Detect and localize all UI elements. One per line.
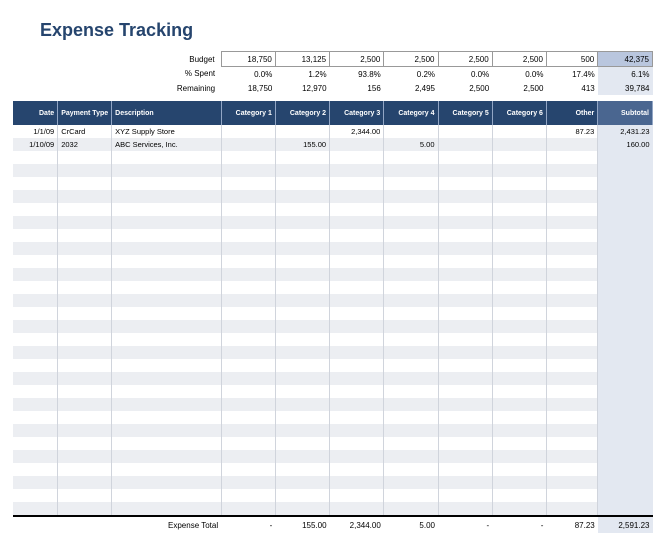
table-row[interactable] [13, 268, 653, 281]
table-row[interactable]: 1/10/092032ABC Services, Inc.155.005.001… [13, 138, 653, 151]
budget-cat3[interactable]: 2,500 [330, 52, 384, 67]
table-row[interactable] [13, 164, 653, 177]
table-row[interactable] [13, 242, 653, 255]
budget-row: Budget 18,750 13,125 2,500 2,500 2,500 2… [13, 52, 653, 67]
table-row[interactable] [13, 333, 653, 346]
hdr-ptype: Payment Type [58, 101, 112, 125]
table-row[interactable] [13, 424, 653, 437]
spent-label: % Spent [112, 67, 221, 82]
budget-cat2[interactable]: 13,125 [275, 52, 329, 67]
table-row[interactable] [13, 229, 653, 242]
data-body: 1/1/09CrCardXYZ Supply Store2,344.0087.2… [13, 125, 653, 516]
hdr-cat4: Category 4 [384, 101, 438, 125]
table-row[interactable] [13, 476, 653, 489]
hdr-cat5: Category 5 [438, 101, 492, 125]
hdr-cat3: Category 3 [330, 101, 384, 125]
spent-row: % Spent 0.0% 1.2% 93.8% 0.2% 0.0% 0.0% 1… [13, 67, 653, 82]
budget-cat5[interactable]: 2,500 [438, 52, 492, 67]
table-row[interactable] [13, 450, 653, 463]
budget-cat4[interactable]: 2,500 [384, 52, 438, 67]
table-row[interactable] [13, 151, 653, 164]
remaining-label: Remaining [112, 81, 221, 95]
totals-row: Expense Total - 155.00 2,344.00 5.00 - -… [13, 516, 653, 533]
hdr-subtotal: Subtotal [598, 101, 653, 125]
hdr-cat1: Category 1 [221, 101, 275, 125]
table-row[interactable] [13, 437, 653, 450]
table-row[interactable] [13, 307, 653, 320]
hdr-cat2: Category 2 [275, 101, 329, 125]
budget-total: 42,375 [598, 52, 653, 67]
table-row[interactable] [13, 385, 653, 398]
table-row[interactable] [13, 372, 653, 385]
hdr-date: Date [13, 101, 58, 125]
table-row[interactable] [13, 411, 653, 424]
table-row[interactable] [13, 281, 653, 294]
table-row[interactable] [13, 190, 653, 203]
table-header: Date Payment Type Description Category 1… [13, 101, 653, 125]
table-row[interactable] [13, 255, 653, 268]
hdr-cat6: Category 6 [492, 101, 546, 125]
totals-label: Expense Total [112, 516, 221, 533]
hdr-other: Other [546, 101, 597, 125]
table-row[interactable]: 1/1/09CrCardXYZ Supply Store2,344.0087.2… [13, 125, 653, 138]
budget-cat6[interactable]: 2,500 [492, 52, 546, 67]
table-row[interactable] [13, 463, 653, 476]
table-row[interactable] [13, 502, 653, 516]
page-title: Expense Tracking [10, 20, 656, 41]
remaining-row: Remaining 18,750 12,970 156 2,495 2,500 … [13, 81, 653, 95]
table-row[interactable] [13, 398, 653, 411]
table-row[interactable] [13, 294, 653, 307]
table-row[interactable] [13, 359, 653, 372]
table-row[interactable] [13, 177, 653, 190]
budget-cat1[interactable]: 18,750 [221, 52, 275, 67]
summary-table: Budget 18,750 13,125 2,500 2,500 2,500 2… [13, 51, 653, 533]
hdr-desc: Description [112, 101, 221, 125]
budget-label: Budget [112, 52, 221, 67]
table-row[interactable] [13, 346, 653, 359]
table-row[interactable] [13, 320, 653, 333]
budget-other[interactable]: 500 [546, 52, 597, 67]
table-row[interactable] [13, 203, 653, 216]
table-row[interactable] [13, 216, 653, 229]
table-row[interactable] [13, 489, 653, 502]
